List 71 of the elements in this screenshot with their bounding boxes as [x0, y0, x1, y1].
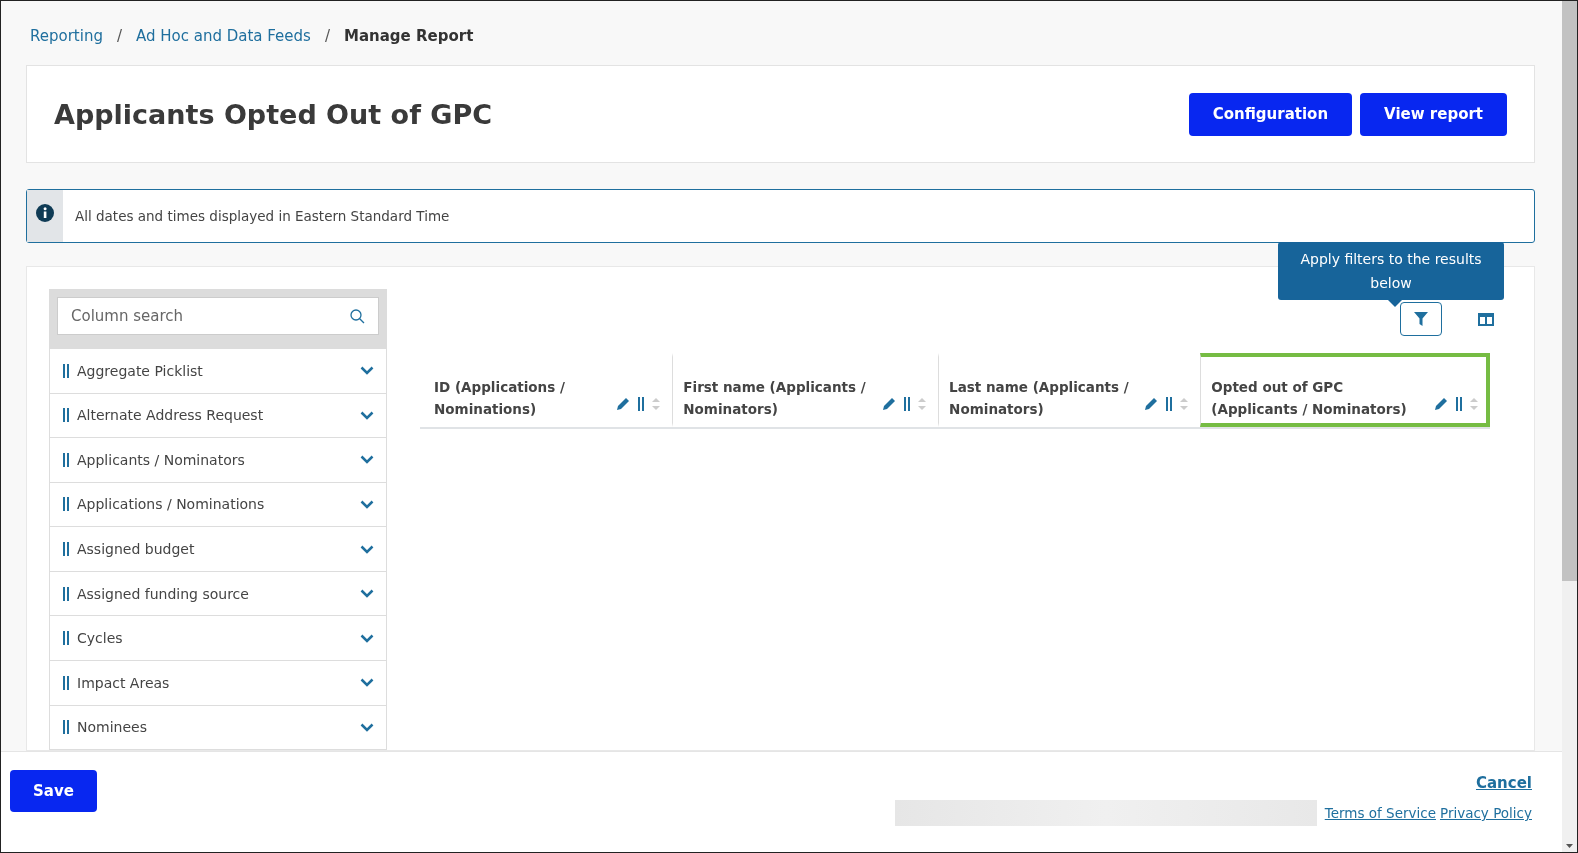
filter-icon: [1414, 312, 1428, 326]
category-label: Applications / Nominations: [77, 496, 266, 513]
search-icon: [350, 309, 365, 324]
category-label: Impact Areas: [77, 674, 171, 691]
pencil-icon[interactable]: [1434, 397, 1448, 411]
scrollbar[interactable]: [1562, 1, 1577, 852]
column-search-field[interactable]: Column search: [57, 297, 379, 335]
category-label: Applicants / Nominators: [77, 451, 246, 468]
pencil-icon[interactable]: [882, 397, 897, 411]
category-label: Aggregate Picklist: [77, 362, 204, 379]
category-label: Nominees: [77, 719, 148, 736]
footer-link[interactable]: Terms of Service: [1324, 805, 1436, 821]
category-item[interactable]: Aggregate Picklist: [49, 349, 387, 394]
configuration-button[interactable]: Configuration: [1188, 92, 1353, 136]
category-item[interactable]: Alternate Address Request: [49, 393, 387, 439]
chevron-icon: [360, 366, 374, 376]
chevron-icon: [360, 722, 374, 732]
chevron-icon: [360, 455, 374, 465]
category-label: Assigned funding source: [77, 585, 250, 602]
breadcrumb-separator: /: [324, 27, 330, 45]
drag-handle-icon: [63, 363, 69, 378]
info-message: All dates and times displayed in Eastern Standard Time: [74, 208, 450, 224]
category-label: Alternate Address Request: [77, 407, 265, 424]
drag-handle-icon: [63, 675, 69, 690]
page-title: Applicants Opted Out of GPC: [54, 98, 493, 130]
save-button[interactable]: Save: [10, 770, 97, 812]
chevron-icon: [360, 544, 374, 554]
drag-handle-icon: [63, 631, 69, 646]
drag-handle-icon: [904, 397, 911, 411]
chevron-icon: [360, 633, 374, 643]
chevron-icon: [360, 499, 374, 509]
chevron-icon: [360, 589, 374, 599]
cancel-link[interactable]: Cancel: [1476, 774, 1532, 792]
column-title: First name (Applicants / Nominators): [683, 378, 867, 419]
category-item[interactable]: Applications / Nominations: [49, 482, 387, 528]
drag-handle-icon: [63, 542, 69, 557]
breadcrumb-link[interactable]: Reporting: [30, 27, 103, 45]
pencil-icon[interactable]: [1144, 397, 1159, 411]
category-item[interactable]: Nominees: [49, 705, 387, 751]
drag-handle-icon: [63, 408, 69, 423]
breadcrumb-link[interactable]: Ad Hoc and Data Feeds: [136, 27, 311, 45]
chevron-icon: [360, 678, 374, 688]
category-item[interactable]: Assigned budget: [49, 527, 387, 572]
tooltip: Apply filters to the results below: [1278, 242, 1504, 300]
drag-handle-icon: [63, 497, 69, 512]
view-report-button[interactable]: View report: [1360, 92, 1507, 136]
drag-handle-icon: [63, 720, 69, 735]
drag-handle-icon: [63, 586, 69, 601]
column-title: Last name (Applicants / Nominators): [949, 378, 1130, 419]
column-title: ID (Applications / Nominations): [434, 378, 566, 419]
drag-handle-icon: [1456, 397, 1462, 411]
filter-button[interactable]: [1400, 302, 1442, 336]
category-item[interactable]: Cycles: [49, 616, 387, 661]
column-title: Opted out of GPC (Applicants / Nominators): [1211, 378, 1408, 419]
current-page-label: Manage Report: [344, 27, 474, 45]
columns-icon: [1478, 312, 1494, 326]
chevron-icon: [360, 410, 374, 420]
category-label: Assigned budget: [77, 541, 196, 558]
drag-handle-icon: [63, 452, 69, 467]
category-item[interactable]: Impact Areas: [49, 660, 387, 706]
info-icon: [36, 204, 54, 222]
category-label: Cycles: [77, 630, 124, 647]
category-item[interactable]: Assigned funding source: [49, 571, 387, 617]
breadcrumb-separator: /: [116, 27, 122, 45]
drag-handle-icon: [1166, 397, 1173, 411]
tooltip-pointer-icon: [1388, 300, 1402, 307]
category-item[interactable]: Applicants / Nominators: [49, 438, 387, 483]
drag-handle-icon: [638, 397, 645, 411]
columns-button[interactable]: [1478, 312, 1494, 326]
pencil-icon[interactable]: [616, 397, 631, 411]
footer-link[interactable]: Privacy Policy: [1440, 805, 1532, 821]
